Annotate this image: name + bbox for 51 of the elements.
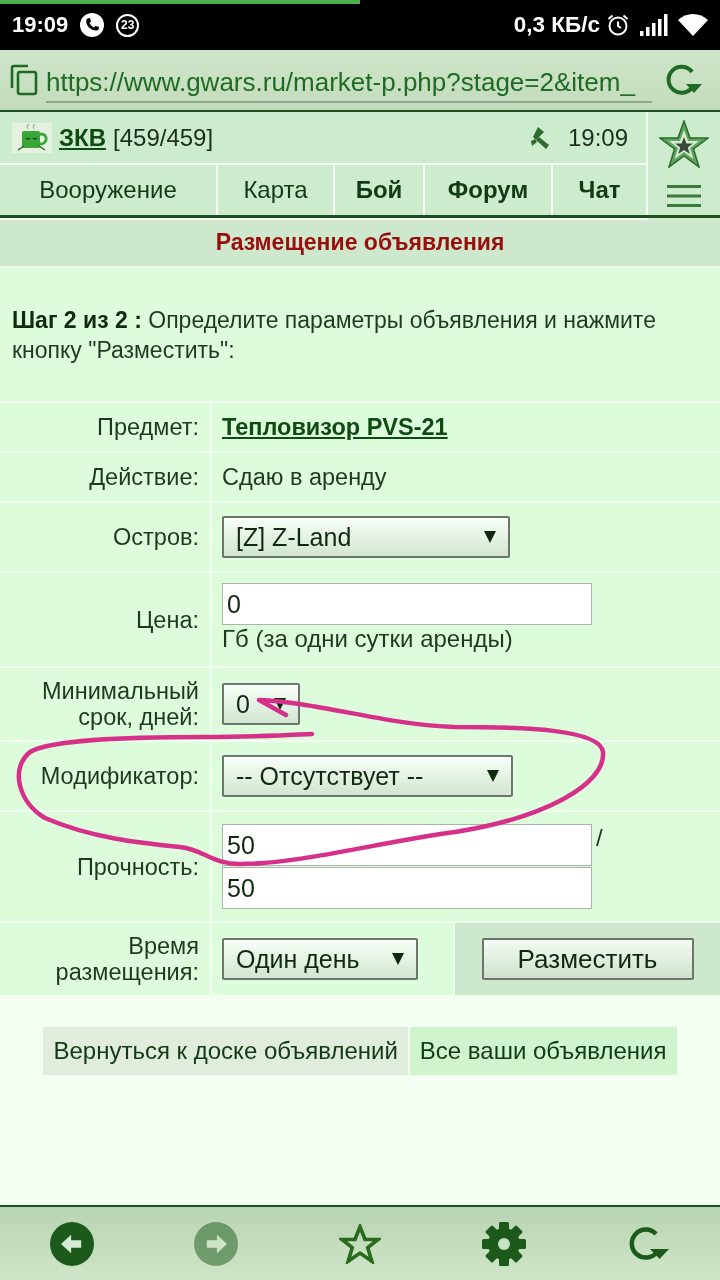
alarm-clock-icon [606,13,630,37]
currency-note: Гб (за одни сутки аренды) [222,625,513,653]
star-icon[interactable] [339,1223,381,1264]
health-counter: [459/459] [113,123,214,152]
dropdown-select[interactable]: -- Отсутствует -- [222,755,513,797]
field-label: Остров: [113,524,199,550]
field-label: Время размещения: [54,933,199,985]
board-link[interactable]: Вернуться к доске объявлений [43,1027,408,1075]
nav-tab[interactable]: Карта [218,165,333,215]
field-label: Предмет: [97,414,199,440]
star-emblem-icon[interactable] [659,120,709,168]
menu-icon[interactable] [667,185,701,207]
dropdown-select[interactable]: Один день [222,938,418,980]
back-icon[interactable] [50,1221,94,1266]
instruction-text: Шаг 2 из 2 : Определите параметры объявления и нажмите кнопку "Разместить": [12,306,657,365]
mug-avatar-icon [12,122,52,153]
field-label: Действие: [89,464,199,490]
dropdown-arrow-icon [392,953,404,965]
wifi-icon [678,14,708,36]
slash-separator: / [596,824,603,852]
dropdown-arrow-icon [484,531,496,543]
action-value: Сдаю в аренду [222,463,387,491]
field-label: Прочность: [76,853,199,880]
reload-icon[interactable] [627,1224,669,1263]
dropdown-arrow-icon [487,770,499,782]
tabs-icon[interactable] [10,64,38,96]
network-speed: 0,3 КБ/с [513,12,600,38]
phone-call-icon [80,13,105,37]
price-input-field[interactable]: 0 [222,583,592,625]
header-time: 19:09 [567,123,628,152]
field-label: Цена: [135,606,199,633]
notification-count-badge: 23 [116,13,140,37]
board-link[interactable]: Все ваши объявления [409,1027,677,1075]
nav-tab[interactable]: Бой [335,165,423,215]
weapon-icon [528,126,549,149]
player-name-link[interactable]: ЗКВ [59,123,106,152]
signal-strength-icon [640,14,668,36]
nav-tab[interactable]: Вооружение [0,165,216,215]
settings-icon[interactable] [482,1221,526,1266]
form-title: Размещение объявления [0,220,720,266]
nav-tab[interactable]: Чат [553,165,646,215]
field-label: Модификатор: [40,763,199,789]
status-time: 19:09 [12,12,69,38]
field-label: Минимальный срок, дней: [41,678,199,730]
dropdown-arrow-icon [274,698,286,710]
dropdown-select[interactable]: 0 [222,683,300,725]
dropdown-select[interactable]: [Z] Z-Land [222,516,510,558]
nav-tab[interactable]: Форум [425,165,551,215]
durability-input-field[interactable]: 50 [222,867,592,909]
durability-input-field[interactable]: 50 [222,824,592,866]
submit-button[interactable]: Разместить [481,938,694,980]
